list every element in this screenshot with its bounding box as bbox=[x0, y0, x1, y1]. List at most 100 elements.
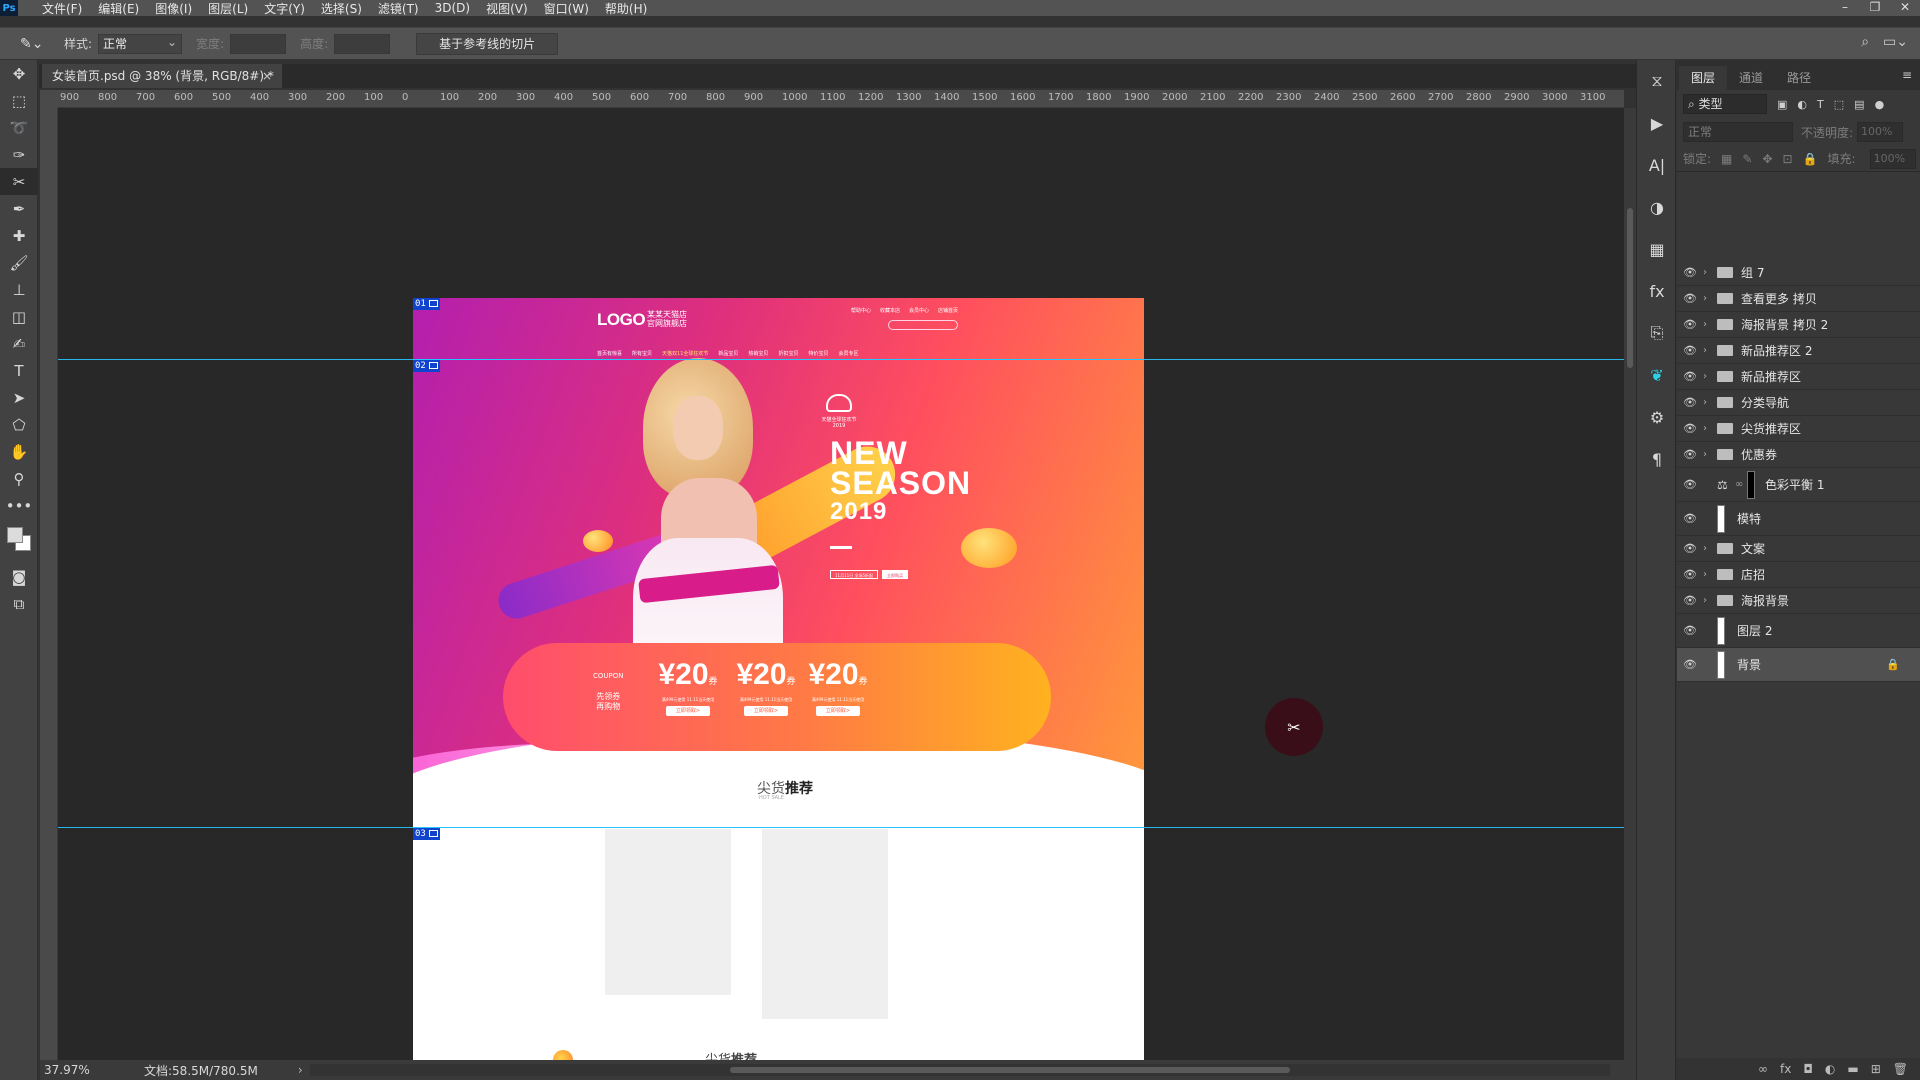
layer-row[interactable]: 👁 图层 2 bbox=[1677, 614, 1920, 648]
eraser-tool-icon[interactable]: ◫ bbox=[0, 303, 38, 330]
expand-arrow-icon[interactable]: › bbox=[1703, 449, 1717, 460]
expand-arrow-icon[interactable]: › bbox=[1703, 595, 1717, 606]
minimize-button[interactable]: – bbox=[1830, 0, 1860, 16]
visibility-eye-icon[interactable]: 👁 bbox=[1677, 370, 1703, 383]
menu-type[interactable]: 文字(Y) bbox=[264, 0, 305, 17]
shape-tool-icon[interactable]: ⬠ bbox=[0, 411, 38, 438]
add-mask-icon[interactable]: ◘ bbox=[1803, 1062, 1813, 1076]
history-panel-icon[interactable]: ⧖ bbox=[1637, 60, 1677, 102]
move-tool-icon[interactable]: ✥ bbox=[0, 60, 38, 87]
slice-tag[interactable]: 01 bbox=[413, 298, 440, 310]
document-tab[interactable]: 女装首页.psd @ 38% (背景, RGB/8#) * × bbox=[42, 64, 282, 88]
layer-row[interactable]: 👁 › 组 7 bbox=[1677, 260, 1920, 286]
visibility-eye-icon[interactable]: 👁 bbox=[1677, 478, 1703, 491]
path-selection-tool-icon[interactable]: ➤ bbox=[0, 384, 38, 411]
foreground-color-swatch[interactable] bbox=[7, 527, 23, 543]
panel-menu-icon[interactable]: ≡ bbox=[1902, 68, 1912, 82]
marquee-tool-icon[interactable]: ⬚ bbox=[0, 87, 38, 114]
screen-mode-icon[interactable]: ⧉ bbox=[0, 590, 38, 617]
brush-tool-icon[interactable]: 🖌 bbox=[0, 249, 38, 276]
slice-tag[interactable]: 03 bbox=[413, 828, 440, 840]
layer-row[interactable]: 👁 › 尖货推荐区 bbox=[1677, 416, 1920, 442]
layer-row[interactable]: 👁 › 新品推荐区 2 bbox=[1677, 338, 1920, 364]
libraries-panel-icon[interactable]: ⎘ bbox=[1637, 312, 1677, 354]
healing-brush-tool-icon[interactable]: ✚ bbox=[0, 222, 38, 249]
close-window-button[interactable]: ✕ bbox=[1890, 0, 1920, 16]
expand-arrow-icon[interactable]: › bbox=[1703, 397, 1717, 408]
menu-select[interactable]: 选择(S) bbox=[321, 0, 362, 17]
visibility-eye-icon[interactable]: 👁 bbox=[1677, 448, 1703, 461]
link-chain-icon[interactable]: ∞ bbox=[1735, 479, 1745, 490]
layer-row[interactable]: 👁 › 海报背景 拷贝 2 bbox=[1677, 312, 1920, 338]
smart-object-filter-icon[interactable]: ▤ bbox=[1854, 98, 1864, 111]
lasso-tool-icon[interactable]: ➰ bbox=[0, 114, 38, 141]
horizontal-scrollbar[interactable] bbox=[310, 1064, 1610, 1076]
brushes-panel-icon[interactable]: ❦ bbox=[1637, 354, 1677, 396]
lock-position-icon[interactable]: ✥ bbox=[1762, 152, 1772, 166]
vertical-ruler[interactable] bbox=[40, 108, 58, 1060]
lock-all-icon[interactable]: 🔒 bbox=[1803, 152, 1818, 166]
actions-panel-icon[interactable]: ▶ bbox=[1637, 102, 1677, 144]
expand-arrow-icon[interactable]: › bbox=[1703, 319, 1717, 330]
layer-row[interactable]: 👁 › 优惠券 bbox=[1677, 442, 1920, 468]
swatches-panel-icon[interactable]: ▦ bbox=[1637, 228, 1677, 270]
slice-tool-preset-icon[interactable]: ✎⌄ bbox=[20, 36, 50, 52]
canvas-area[interactable]: LOGO 某某天猫店 官网旗舰店 帮助中心 收藏本店 会员中心 店铺首页 首页有… bbox=[58, 108, 1624, 1060]
expand-arrow-icon[interactable]: › bbox=[1703, 293, 1717, 304]
tab-channels[interactable]: 通道 bbox=[1727, 66, 1775, 90]
adjustments-panel-icon[interactable]: ◑ bbox=[1637, 186, 1677, 228]
clone-stamp-tool-icon[interactable]: ⊥ bbox=[0, 276, 38, 303]
delete-layer-icon[interactable]: 🗑 bbox=[1893, 1062, 1908, 1076]
expand-arrow-icon[interactable]: › bbox=[1703, 371, 1717, 382]
visibility-eye-icon[interactable]: 👁 bbox=[1677, 568, 1703, 581]
layer-row[interactable]: 👁 › 文案 bbox=[1677, 536, 1920, 562]
visibility-eye-icon[interactable]: 👁 bbox=[1677, 422, 1703, 435]
zoom-tool-icon[interactable]: ⚲ bbox=[0, 465, 38, 492]
paragraph-panel-icon[interactable]: ¶ bbox=[1637, 438, 1677, 480]
menu-filter[interactable]: 滤镜(T) bbox=[378, 0, 419, 17]
menu-3d[interactable]: 3D(D) bbox=[435, 1, 470, 15]
layer-row-selected[interactable]: 👁 背景 🔒 bbox=[1677, 648, 1920, 682]
visibility-eye-icon[interactable]: 👁 bbox=[1677, 542, 1703, 555]
pixel-filter-icon[interactable]: ▣ bbox=[1777, 98, 1787, 111]
link-layers-icon[interactable]: ∞ bbox=[1758, 1062, 1768, 1076]
new-layer-icon[interactable]: ⊞ bbox=[1871, 1062, 1881, 1076]
quick-selection-tool-icon[interactable]: ✑ bbox=[0, 141, 38, 168]
menu-file[interactable]: 文件(F) bbox=[42, 0, 82, 17]
menu-image[interactable]: 图像(I) bbox=[155, 0, 192, 17]
type-filter-icon[interactable]: T bbox=[1817, 98, 1824, 111]
layer-row[interactable]: 👁 › 查看更多 拷贝 bbox=[1677, 286, 1920, 312]
slice-tool-icon[interactable]: ✂ bbox=[0, 168, 38, 195]
layer-row[interactable]: 👁 › 海报背景 bbox=[1677, 588, 1920, 614]
properties-panel-icon[interactable]: ⚙ bbox=[1637, 396, 1677, 438]
visibility-eye-icon[interactable]: 👁 bbox=[1677, 344, 1703, 357]
visibility-eye-icon[interactable]: 👁 bbox=[1677, 318, 1703, 331]
layer-filter-select[interactable]: ⌕ 类型 bbox=[1683, 94, 1767, 114]
expand-arrow-icon[interactable]: › bbox=[1703, 543, 1717, 554]
layer-mask-thumbnail[interactable] bbox=[1747, 470, 1755, 499]
lock-artboard-icon[interactable]: ⊡ bbox=[1783, 152, 1793, 166]
styles-panel-icon[interactable]: fx bbox=[1637, 270, 1677, 312]
visibility-eye-icon[interactable]: 👁 bbox=[1677, 292, 1703, 305]
menu-edit[interactable]: 编辑(E) bbox=[98, 0, 139, 17]
vertical-scroll-thumb[interactable] bbox=[1627, 208, 1633, 368]
filter-toggle-icon[interactable]: ● bbox=[1875, 98, 1885, 111]
document-canvas[interactable]: LOGO 某某天猫店 官网旗舰店 帮助中心 收藏本店 会员中心 店铺首页 首页有… bbox=[413, 298, 1144, 1060]
layer-row[interactable]: 👁 › 店招 bbox=[1677, 562, 1920, 588]
restore-button[interactable]: ❐ bbox=[1860, 0, 1890, 16]
menu-help[interactable]: 帮助(H) bbox=[605, 0, 647, 17]
menu-view[interactable]: 视图(V) bbox=[486, 0, 528, 17]
type-tool-icon[interactable]: T bbox=[0, 357, 38, 384]
search-icon[interactable]: ⌕ bbox=[1861, 34, 1869, 50]
workspace-icon[interactable]: ▭⌄ bbox=[1883, 34, 1908, 50]
tab-paths[interactable]: 路径 bbox=[1775, 66, 1823, 90]
opacity-input[interactable]: 100% bbox=[1857, 122, 1904, 142]
layer-row[interactable]: 👁 ⚖ ∞ 色彩平衡 1 bbox=[1677, 468, 1920, 502]
height-input[interactable] bbox=[334, 33, 391, 54]
horizontal-scroll-thumb[interactable] bbox=[730, 1067, 1290, 1073]
width-input[interactable] bbox=[230, 33, 287, 54]
quick-mask-icon[interactable]: ◙ bbox=[0, 563, 38, 590]
adjustment-filter-icon[interactable]: ◐ bbox=[1797, 98, 1807, 111]
more-tools-icon[interactable]: ••• bbox=[0, 492, 38, 519]
layer-row[interactable]: 👁 模特 bbox=[1677, 502, 1920, 536]
